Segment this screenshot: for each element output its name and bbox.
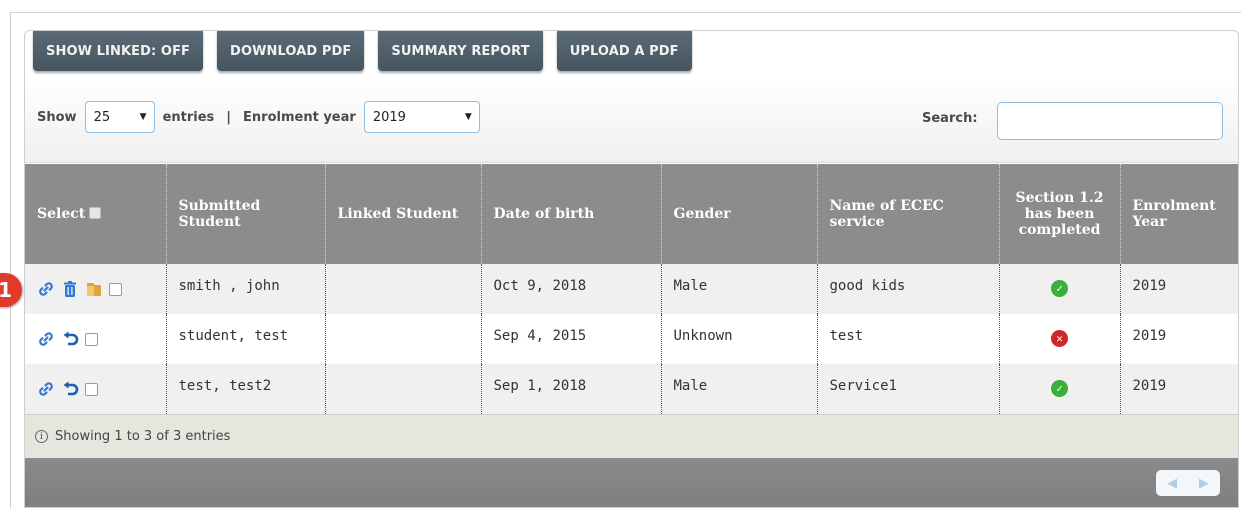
cross-icon: ✕ [1051, 330, 1068, 347]
submitted-student-cell: student, test [166, 314, 326, 364]
gender-cell: Male [661, 264, 818, 314]
show-label: Show [37, 109, 77, 125]
linked-student-cell [325, 264, 482, 314]
check-icon: ✓ [1051, 380, 1068, 397]
column-header-date-of-birth[interactable]: Date of birth [481, 164, 662, 264]
entries-info-text: Showing 1 to 3 of 3 entries [55, 429, 231, 444]
submitted-student-cell: test, test2 [166, 364, 326, 414]
column-header-label: Select [37, 206, 86, 222]
trash-icon[interactable] [61, 280, 79, 298]
undo-icon[interactable] [61, 380, 79, 398]
section-completed-cell: ✓ [999, 364, 1121, 414]
gender-cell: Male [661, 364, 818, 414]
link-icon[interactable] [37, 280, 55, 298]
page-size-value: 25 [93, 109, 111, 125]
enrolment-year-value: 2019 [372, 109, 406, 125]
folder-icon[interactable] [85, 280, 103, 298]
enrolment-year-cell: 2019 [1120, 364, 1238, 414]
section-completed-cell: ✕ [999, 314, 1121, 364]
divider [10, 12, 1241, 13]
row-actions [25, 314, 167, 364]
row-checkbox[interactable] [85, 382, 98, 396]
students-panel: SHOW LINKED: OFF DOWNLOAD PDF SUMMARY RE… [24, 30, 1239, 508]
ecec-service-cell: good kids [817, 264, 1000, 314]
enrolment-year-cell: 2019 [1120, 314, 1238, 364]
separator: | [226, 109, 232, 125]
students-table: Select Submitted Student Linked Student … [25, 164, 1238, 414]
entries-label: entries [162, 109, 215, 125]
linked-student-cell [325, 364, 482, 414]
upload-pdf-button[interactable]: UPLOAD A PDF [556, 31, 692, 71]
previous-page-icon[interactable]: ◀ [1167, 476, 1177, 491]
column-header-select[interactable]: Select [25, 164, 167, 264]
app-frame: SHOW LINKED: OFF DOWNLOAD PDF SUMMARY RE… [0, 0, 1241, 508]
column-header-linked-student[interactable]: Linked Student [325, 164, 482, 264]
table-header-row: Select Submitted Student Linked Student … [25, 164, 1238, 264]
date-of-birth-cell: Oct 9, 2018 [481, 264, 662, 314]
column-header-gender[interactable]: Gender [661, 164, 818, 264]
column-header-ecec-service[interactable]: Name of ECEC service [817, 164, 1000, 264]
column-header-enrolment-year[interactable]: Enrolment Year [1120, 164, 1238, 264]
check-icon: ✓ [1051, 280, 1068, 297]
link-icon[interactable] [37, 330, 55, 348]
table-footer: ◀ ▶ [25, 458, 1238, 507]
date-of-birth-cell: Sep 4, 2015 [481, 314, 662, 364]
row-actions [25, 264, 167, 314]
table-row: smith , john Oct 9, 2018 Male good kids … [25, 264, 1238, 314]
pagination: ◀ ▶ [1156, 470, 1220, 496]
gender-cell: Unknown [661, 314, 818, 364]
search-label: Search: [922, 111, 978, 126]
annotation-marker: 1 [0, 273, 22, 307]
divider [10, 12, 11, 508]
linked-student-cell [325, 314, 482, 364]
filter-bar: Show 25 ▼ entries | Enrolment year 2019 … [25, 87, 1238, 163]
caret-down-icon: ▼ [139, 112, 147, 122]
enrolment-year-select[interactable]: 2019 ▼ [363, 101, 480, 133]
search-input[interactable] [997, 102, 1223, 140]
caret-down-icon: ▼ [464, 112, 472, 122]
link-icon[interactable] [37, 380, 55, 398]
download-pdf-button[interactable]: DOWNLOAD PDF [217, 31, 365, 71]
row-checkbox[interactable] [109, 282, 122, 296]
summary-report-button[interactable]: SUMMARY REPORT [378, 31, 543, 71]
filter-controls: Show 25 ▼ entries | Enrolment year 2019 … [37, 101, 488, 133]
page-size-select[interactable]: 25 ▼ [84, 101, 155, 133]
select-all-checkbox[interactable] [89, 207, 102, 219]
table-row: test, test2 Sep 1, 2018 Male Service1 ✓ … [25, 364, 1238, 414]
column-header-section-completed[interactable]: Section 1.2 has been completed [999, 164, 1121, 264]
row-checkbox[interactable] [85, 332, 98, 346]
enrolment-year-label: Enrolment year [243, 109, 356, 125]
info-icon: i [35, 430, 48, 443]
toolbar: SHOW LINKED: OFF DOWNLOAD PDF SUMMARY RE… [33, 31, 692, 71]
ecec-service-cell: test [817, 314, 1000, 364]
section-completed-cell: ✓ [999, 264, 1121, 314]
undo-icon[interactable] [61, 330, 79, 348]
submitted-student-cell: smith , john [166, 264, 326, 314]
show-linked-toggle-button[interactable]: SHOW LINKED: OFF [33, 31, 204, 71]
row-actions [25, 364, 167, 414]
table-info-bar: i Showing 1 to 3 of 3 entries [25, 414, 1238, 458]
date-of-birth-cell: Sep 1, 2018 [481, 364, 662, 414]
table-row: student, test Sep 4, 2015 Unknown test ✕… [25, 314, 1238, 364]
next-page-icon[interactable]: ▶ [1199, 476, 1209, 491]
column-header-submitted-student[interactable]: Submitted Student [166, 164, 326, 264]
ecec-service-cell: Service1 [817, 364, 1000, 414]
enrolment-year-cell: 2019 [1120, 264, 1238, 314]
